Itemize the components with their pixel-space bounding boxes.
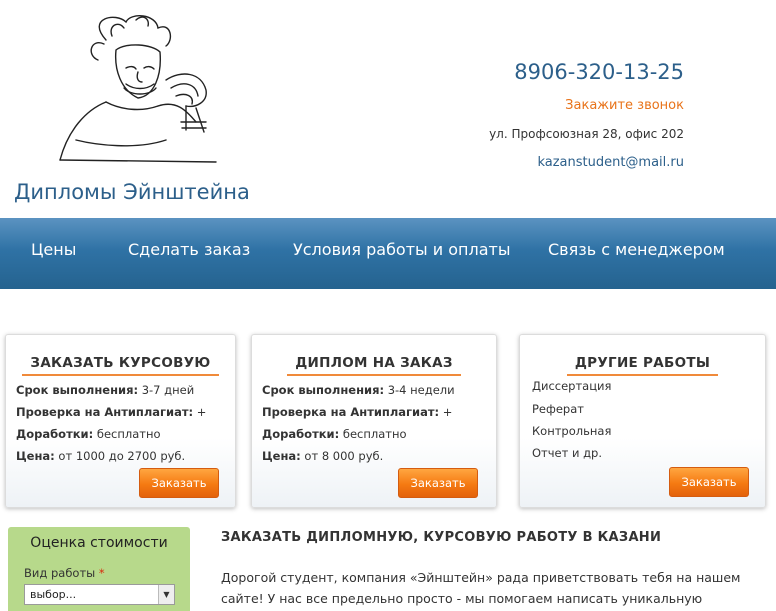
nav-item-prices[interactable]: Цены: [31, 240, 76, 259]
required-mark: *: [98, 566, 105, 580]
card-line-deadline: Срок выполнения: 3-4 недели: [262, 383, 455, 397]
card-item-dissertation: Диссертация: [532, 379, 612, 393]
order-button[interactable]: Заказать: [669, 467, 749, 497]
nav-item-contact-manager[interactable]: Связь с менеджером: [548, 240, 725, 259]
card-line-antiplagiat: Проверка на Антиплагиат: +: [16, 405, 207, 419]
card-coursework: ЗАКАЗАТЬ КУРСОВУЮ Срок выполнения: 3-7 д…: [5, 334, 236, 508]
email-link[interactable]: kazanstudent@mail.ru: [434, 155, 684, 170]
nav-item-make-order[interactable]: Сделать заказ: [128, 240, 250, 259]
card-line-price: Цена: от 8 000 руб.: [262, 449, 384, 463]
card-title: ДИПЛОМ НА ЗАКАЗ: [252, 355, 496, 376]
phone-number: 8906-320-13-25: [514, 60, 684, 84]
card-title: ДРУГИЕ РАБОТЫ: [520, 355, 765, 376]
work-type-select-value: выбор...: [30, 588, 77, 601]
order-button[interactable]: Заказать: [398, 468, 478, 498]
article-text: Дорогой студент, компания «Эйнштейн» рад…: [221, 570, 741, 606]
chevron-down-icon[interactable]: ▼: [158, 585, 174, 604]
card-item-essay: Реферат: [532, 402, 584, 416]
callback-link[interactable]: Закажите звонок: [434, 98, 684, 113]
estimate-title: Оценка стоимости: [30, 535, 168, 551]
site-title[interactable]: Дипломы Эйнштейна: [14, 180, 250, 204]
main-navigation: Цены Сделать заказ Условия работы и опла…: [0, 218, 776, 289]
work-type-select[interactable]: выбор... ▼: [24, 584, 175, 605]
card-item-report: Отчет и др.: [532, 446, 603, 460]
office-address: ул. Профсоюзная 28, офис 202: [489, 127, 684, 141]
work-type-label: Вид работы *: [24, 566, 105, 580]
card-line-antiplagiat: Проверка на Антиплагиат: +: [262, 405, 453, 419]
card-line-price: Цена: от 1000 до 2700 руб.: [16, 449, 186, 463]
nav-item-terms[interactable]: Условия работы и оплаты: [293, 240, 510, 259]
cost-estimate-panel: Оценка стоимости Вид работы * выбор... ▼: [8, 527, 190, 611]
card-diploma: ДИПЛОМ НА ЗАКАЗ Срок выполнения: 3-4 нед…: [251, 334, 497, 508]
card-line-revisions: Доработки: бесплатно: [262, 427, 407, 441]
order-button[interactable]: Заказать: [139, 468, 219, 498]
einstein-logo-illustration: [59, 15, 217, 163]
card-title: ЗАКАЗАТЬ КУРСОВУЮ: [6, 355, 235, 376]
article-title: ЗАКАЗАТЬ ДИПЛОМНУЮ, КУРСОВУЮ РАБОТУ В КА…: [221, 530, 662, 545]
site-header: Дипломы Эйнштейна 8906-320-13-25 Закажит…: [0, 0, 776, 218]
card-other-works: ДРУГИЕ РАБОТЫ Диссертация Реферат Контро…: [519, 334, 766, 508]
card-item-test-work: Контрольная: [532, 424, 612, 438]
card-line-revisions: Доработки: бесплатно: [16, 427, 161, 441]
card-line-deadline: Срок выполнения: 3-7 дней: [16, 383, 195, 397]
